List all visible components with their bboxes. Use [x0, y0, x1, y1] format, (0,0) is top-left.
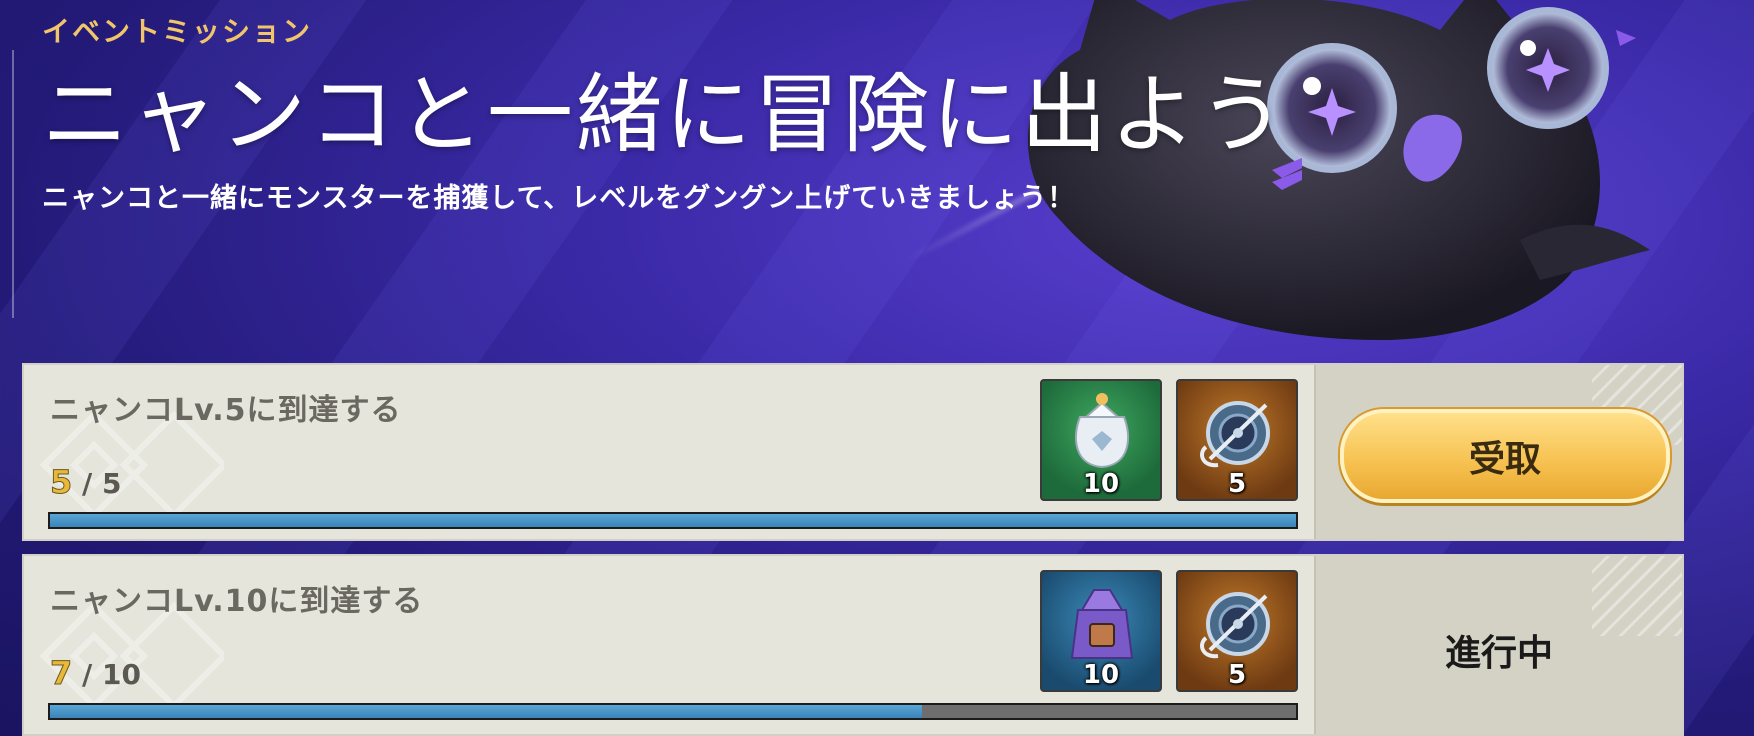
progress-current: 5: [49, 463, 73, 502]
mission-title: ニャンコLv.5に到達する: [50, 393, 402, 428]
page-title: ニャンコと一緒に冒険に出よう: [42, 65, 1288, 165]
reward-quantity: 10: [1082, 660, 1120, 690]
white-gift-bag-icon: [1074, 393, 1130, 469]
mission-action-panel: 進行中: [1314, 556, 1682, 734]
progress-fill: [50, 705, 923, 718]
reward-quantity: 5: [1227, 469, 1247, 499]
mission-action-panel: 受取: [1314, 365, 1682, 539]
mission-row: ニャンコLv.10に到達する 7 / 10 10 5 進行中: [22, 554, 1684, 736]
reward-item[interactable]: 5: [1176, 570, 1298, 692]
progress-fill: [50, 514, 1296, 527]
progress-bar: [48, 703, 1298, 720]
compass-orb-icon: [1200, 592, 1270, 659]
progress-counter: 7 / 10: [49, 654, 141, 693]
page-subtitle: ニャンコと一緒にモンスターを捕獲して、レベルをグングン上げていきましょう！: [42, 183, 1076, 214]
progress-counter: 5 / 5: [49, 463, 122, 502]
progress-total: / 10: [82, 658, 141, 691]
reward-item[interactable]: 5: [1176, 379, 1298, 501]
compass-orb-icon: [1200, 401, 1270, 468]
mission-title: ニャンコLv.10に到達する: [50, 584, 424, 619]
reward-item[interactable]: 10: [1040, 379, 1162, 501]
progress-total: / 5: [82, 467, 122, 500]
reward-quantity: 5: [1227, 660, 1247, 690]
claim-reward-button[interactable]: 受取: [1340, 409, 1670, 503]
reward-item[interactable]: 10: [1040, 570, 1162, 692]
mission-status-in-progress: 進行中: [1444, 633, 1553, 674]
header-left-rule: [12, 50, 14, 318]
progress-bar: [48, 512, 1298, 529]
reward-quantity: 10: [1082, 469, 1120, 499]
mission-row: ニャンコLv.5に到達する 5 / 5 10 5 受取: [22, 363, 1684, 541]
purple-pouch-icon: [1070, 589, 1134, 659]
progress-current: 7: [49, 654, 73, 693]
